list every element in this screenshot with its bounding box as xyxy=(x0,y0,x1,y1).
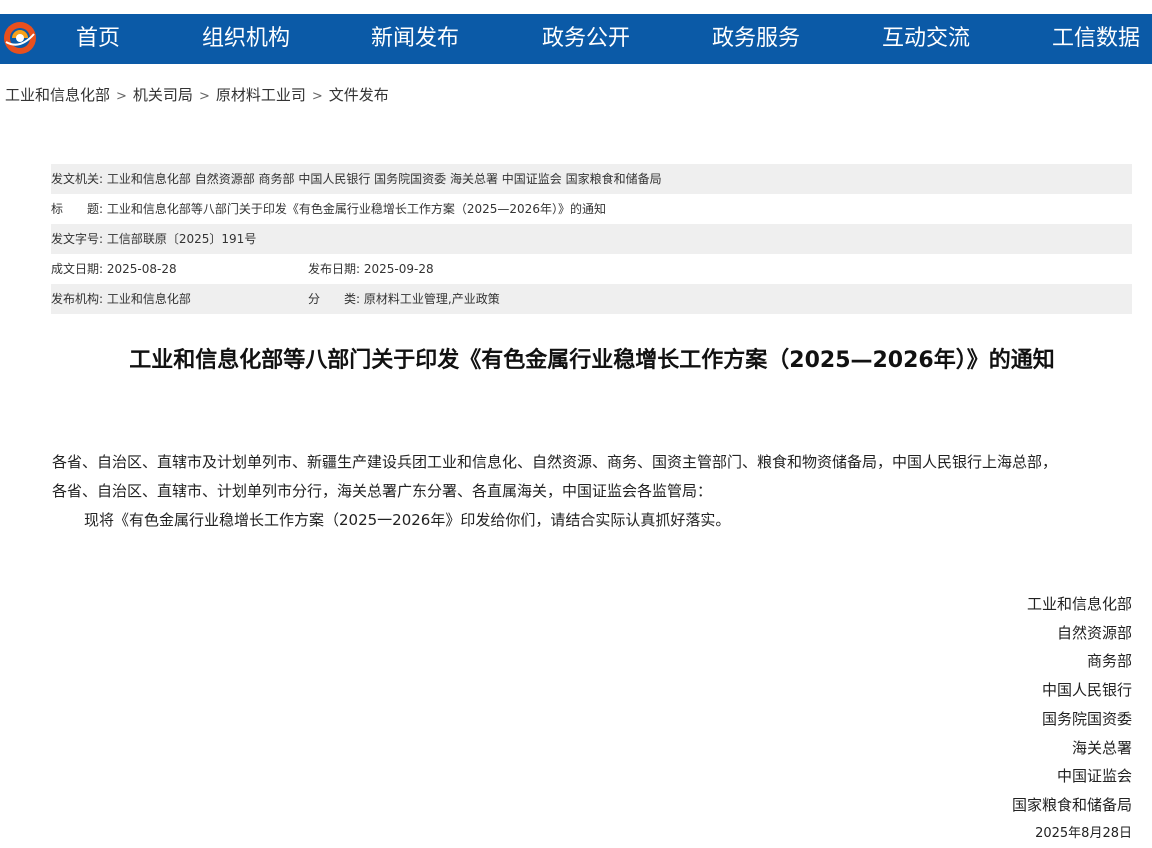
addressees-line: 各省、自治区、直辖市、计划单列市分行，海关总署广东分署、各直属海关，中国证监会各… xyxy=(52,482,713,500)
meta-row-org: 发布机构: 工业和信息化部 分 类: 原材料工业管理,产业政策 xyxy=(51,284,1132,314)
meta-row-title: 标 题: 工业和信息化部等八部门关于印发《有色金属行业稳增长工作方案（2025—… xyxy=(51,194,1132,224)
nav-item-home[interactable]: 首页 xyxy=(76,14,120,64)
signer: 自然资源部 xyxy=(1056,623,1132,642)
nav-item-organization[interactable]: 组织机构 xyxy=(202,14,290,64)
breadcrumb: 工业和信息化部 > 机关司局 > 原材料工业司 > 文件发布 xyxy=(5,84,389,106)
document-body: 各省、自治区、直辖市及计划单列市、新疆生产建设兵团工业和信息化、自然资源、商务、… xyxy=(52,448,1134,535)
meta-published: 发布日期: 2025-09-28 xyxy=(308,254,434,284)
main-nav: 首页 组织机构 新闻发布 政务公开 政务服务 互动交流 工信数据 xyxy=(0,14,1152,64)
nav-item-news[interactable]: 新闻发布 xyxy=(371,14,459,64)
nav-item-data[interactable]: 工信数据 xyxy=(1052,14,1140,64)
top-navigation-bar: 首页 组织机构 新闻发布 政务公开 政务服务 互动交流 工信数据 xyxy=(0,14,1152,64)
signer: 中国人民银行 xyxy=(1041,681,1132,700)
nav-item-interaction[interactable]: 互动交流 xyxy=(882,14,970,64)
meta-row-docno: 发文字号: 工信部联原〔2025〕191号 xyxy=(51,224,1132,254)
signer: 商务部 xyxy=(1086,652,1132,671)
signing-date: 2025年8月28日 xyxy=(1035,825,1132,841)
meta-category: 分 类: 原材料工业管理,产业政策 xyxy=(308,284,500,314)
breadcrumb-item-documents[interactable]: 文件发布 xyxy=(329,86,389,104)
meta-value: 工业和信息化部 xyxy=(106,292,191,306)
meta-row-dates: 成文日期: 2025-08-28 发布日期: 2025-09-28 xyxy=(51,254,1132,284)
meta-value: 2025-08-28 xyxy=(106,262,177,276)
signer: 中国证监会 xyxy=(1056,767,1132,786)
meta-label: 发布日期: xyxy=(308,262,361,276)
body-paragraph: 现将《有色金属行业稳增长工作方案（2025一2026年》印发给你们，请结合实际认… xyxy=(84,511,731,529)
meta-row-issuer: 发文机关: 工业和信息化部 自然资源部 商务部 中国人民银行 国务院国资委 海关… xyxy=(51,164,1132,194)
breadcrumb-separator: > xyxy=(116,89,127,104)
signer: 海关总署 xyxy=(1071,738,1132,757)
nav-item-government-services[interactable]: 政务服务 xyxy=(712,14,800,64)
meta-value: 工信部联原〔2025〕191号 xyxy=(106,232,257,246)
meta-label: 标 题: xyxy=(51,202,104,216)
meta-value: 工业和信息化部 自然资源部 商务部 中国人民银行 国务院国资委 海关总署 中国证… xyxy=(106,172,662,186)
nav-item-government-affairs[interactable]: 政务公开 xyxy=(542,14,630,64)
signer: 国家粮食和储备局 xyxy=(1011,795,1132,814)
breadcrumb-item-raw-materials[interactable]: 原材料工业司 xyxy=(216,86,306,104)
meta-label: 发文字号: xyxy=(51,232,104,246)
breadcrumb-separator: > xyxy=(311,89,323,104)
meta-value: 2025-09-28 xyxy=(363,262,434,276)
signer: 国务院国资委 xyxy=(1041,709,1132,728)
document-title: 工业和信息化部等八部门关于印发《有色金属行业稳增长工作方案（2025—2026年… xyxy=(129,348,1055,373)
meta-label: 发文机关: xyxy=(51,172,104,186)
meta-label: 分 类: xyxy=(308,292,361,306)
meta-label: 发布机构: xyxy=(51,292,104,306)
signer: 工业和信息化部 xyxy=(1026,595,1132,613)
meta-label: 成文日期: xyxy=(51,262,104,276)
meta-value: 工业和信息化部等八部门关于印发《有色金属行业稳增长工作方案（2025—2026年… xyxy=(106,202,606,216)
signatory-list: 工业和信息化部 自然资源部 商务部 中国人民银行 国务院国资委 海关总署 中国证… xyxy=(1012,590,1132,848)
breadcrumb-item-ministry[interactable]: 工业和信息化部 xyxy=(5,86,110,104)
document-metadata-table: 发文机关: 工业和信息化部 自然资源部 商务部 中国人民银行 国务院国资委 海关… xyxy=(51,164,1132,314)
addressees-line: 各省、自治区、直辖市及计划单列市、新疆生产建设兵团工业和信息化、自然资源、商务、… xyxy=(52,453,1058,471)
breadcrumb-separator: > xyxy=(198,89,210,104)
breadcrumb-item-departments[interactable]: 机关司局 xyxy=(133,86,193,104)
meta-value: 原材料工业管理,产业政策 xyxy=(363,292,500,306)
